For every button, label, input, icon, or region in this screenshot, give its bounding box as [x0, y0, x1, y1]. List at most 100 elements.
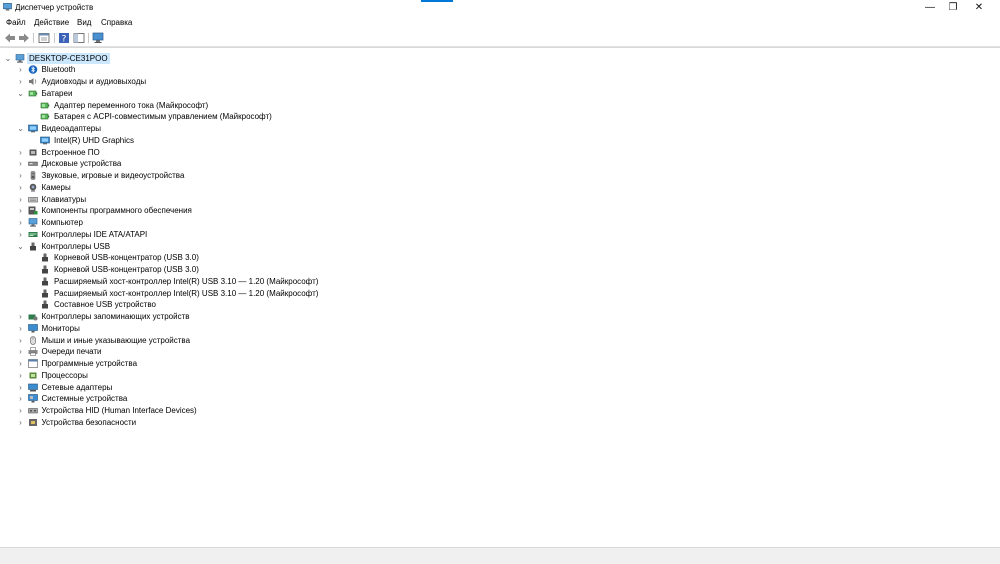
device-label: Bluetooth [41, 65, 76, 75]
battery-icon [40, 113, 50, 120]
printer-icon [28, 347, 37, 356]
display-adapter-icon [40, 136, 50, 145]
device-label: Звуковые, игровые и видеоустройства [41, 171, 185, 180]
title-accent-strip [421, 0, 453, 2]
chevron-down-icon[interactable]: ⌄ [17, 241, 25, 252]
window-title: Диспетчер устройств [15, 3, 94, 12]
battery-icon [40, 102, 50, 108]
camera-icon [29, 183, 36, 192]
usb-icon [42, 265, 48, 274]
chevron-right-icon[interactable]: › [17, 358, 25, 369]
chevron-right-icon[interactable]: › [17, 335, 25, 346]
menu-action[interactable]: Действие [34, 18, 69, 27]
device-tree[interactable]: ⌄ DESKTOP-CE31POO › Bluetooth › Аудиовходы и … [0, 47, 1000, 548]
menu-help[interactable]: Справка [101, 18, 132, 27]
chevron-right-icon[interactable]: › [17, 382, 25, 393]
toolbar: ? [0, 30, 1000, 47]
chevron-right-icon[interactable]: › [17, 370, 25, 381]
help-icon[interactable]: ? [58, 32, 70, 44]
chevron-right-icon[interactable]: › [17, 170, 25, 181]
computer-name-label: DESKTOP-CE31POO [27, 52, 110, 64]
device-label: Мыши и иные указывающие устройства [41, 335, 191, 345]
chevron-right-icon[interactable]: › [17, 229, 25, 240]
view-icon[interactable] [73, 32, 85, 44]
device-label: Системные устройства [41, 394, 128, 404]
sound-icon [30, 171, 35, 180]
close-button[interactable]: ✕ [964, 0, 994, 15]
device-manager-icon [3, 3, 12, 11]
device-label: Видеоадаптеры [41, 124, 102, 133]
device-label: Устройства безопасности [41, 417, 137, 427]
menu-file[interactable]: Файл [6, 18, 26, 27]
security-device-icon [28, 418, 37, 426]
device-label: Компьютер [41, 218, 83, 227]
device-label: Процессоры [41, 370, 88, 380]
device-label: Корневой USB-концентратор (USB 3.0) [54, 253, 199, 263]
toolbar-separator [54, 33, 55, 43]
monitor-icon [27, 323, 38, 333]
disk-icon [27, 162, 38, 166]
audio-icon [28, 78, 36, 85]
device-label: Очереди печати [41, 347, 102, 357]
network-adapter-icon [27, 383, 38, 391]
device-label: Составное USB устройство [54, 300, 156, 310]
status-bar [0, 547, 1000, 564]
storage-controller-icon [28, 314, 37, 321]
chevron-right-icon[interactable]: › [17, 405, 25, 416]
chevron-right-icon[interactable]: › [17, 217, 25, 228]
device-label: Клавиатуры [41, 194, 87, 204]
chevron-right-icon[interactable]: › [17, 64, 25, 75]
svg-text:?: ? [62, 35, 67, 45]
device-label: Камеры [41, 182, 71, 192]
mouse-icon [29, 335, 36, 345]
processor-icon [29, 372, 36, 379]
toolbar-separator [88, 33, 89, 43]
chevron-right-icon[interactable]: › [17, 182, 25, 193]
chevron-right-icon[interactable]: › [17, 205, 25, 216]
device-label: Батарея с ACPI-совместимым управлением (… [54, 112, 272, 122]
usb-icon [42, 289, 48, 297]
chevron-down-icon[interactable]: ⌄ [17, 88, 25, 99]
menu-bar: Файл Действие Вид Справка [0, 15, 1000, 29]
menu-view[interactable]: Вид [77, 18, 91, 27]
device-label: Встроенное ПО [41, 147, 100, 157]
device-label: Программные устройства [41, 359, 138, 368]
system-device-icon [27, 394, 38, 403]
hid-icon [27, 408, 38, 414]
chevron-right-icon[interactable]: › [17, 76, 25, 87]
chevron-down-icon[interactable]: ⌄ [4, 53, 12, 64]
chevron-right-icon[interactable]: › [17, 194, 25, 205]
chevron-right-icon[interactable]: › [17, 147, 25, 158]
device-label: Адаптер переменного тока (Майкрософт) [54, 100, 209, 110]
device-label: Устройства HID (Human Interface Devices) [41, 406, 197, 415]
bluetooth-icon [28, 65, 37, 75]
toolbar-separator [33, 33, 34, 43]
chevron-right-icon[interactable]: › [17, 323, 25, 334]
device-label: Расширяемый хост-контроллер Intel(R) USB… [54, 288, 319, 298]
device-label: Батареи [41, 88, 73, 98]
chevron-down-icon[interactable]: ⌄ [17, 123, 25, 134]
device-label: Расширяемый хост-контроллер Intel(R) USB… [54, 276, 319, 286]
back-icon[interactable] [4, 32, 16, 44]
device-label: Компоненты программного обеспечения [41, 206, 192, 216]
usb-icon [42, 300, 48, 309]
firmware-icon [29, 149, 36, 155]
chevron-right-icon[interactable]: › [17, 311, 25, 322]
device-label: Контроллеры USB [41, 241, 111, 251]
chevron-right-icon[interactable]: › [17, 417, 25, 428]
chevron-right-icon[interactable]: › [17, 346, 25, 357]
device-label: Мониторы [41, 323, 80, 333]
device-label: Аудиовходы и аудиовыходы [41, 77, 147, 86]
display-adapter-icon [27, 124, 38, 133]
chevron-right-icon[interactable]: › [17, 393, 25, 404]
forward-icon[interactable] [18, 32, 30, 44]
battery-icon [28, 90, 37, 97]
ide-controller-icon [28, 231, 37, 237]
chevron-right-icon[interactable]: › [17, 158, 25, 169]
software-device-icon [27, 359, 38, 368]
monitor-icon[interactable] [92, 32, 104, 44]
device-label: Intel(R) UHD Graphics [54, 135, 135, 145]
device-label: Контроллеры IDE ATA/ATAPI [41, 229, 148, 239]
usb-icon [29, 242, 36, 250]
properties-icon[interactable] [38, 32, 50, 44]
